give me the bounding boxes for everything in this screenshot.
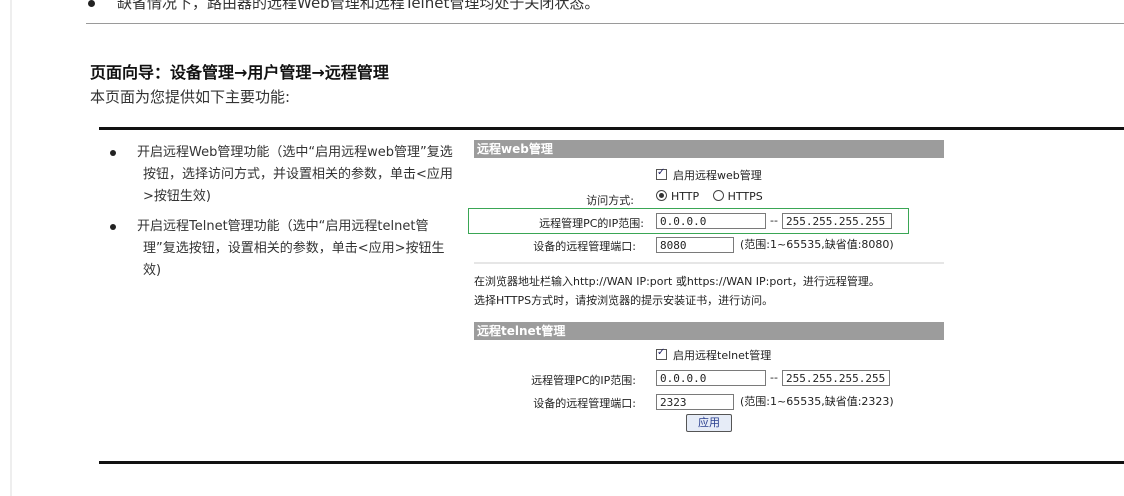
http-radio[interactable] [656,190,667,201]
feature-item-telnet: 开启远程Telnet管理功能（选中“启用远程telnet管理”复选按钮，设置相关… [110,216,455,282]
feature-text: 开启远程Web管理功能（选中“启用远程web管理”复选按钮，选择访问方式，并设置… [137,145,453,204]
telnet-ip-end-input[interactable]: 255.255.255.255 [781,370,890,386]
telnet-ip-range-label: 远程管理PC的IP范围: [531,374,636,387]
web-note-line-1: 在浏览器地址栏输入http://WAN IP:port 或https://WAN… [474,275,880,288]
table-bottom-rule [99,461,1124,464]
web-enable-row: 启用远程web管理 [474,164,944,187]
telnet-section-header: 远程telnet管理 [474,322,944,340]
intro-text: 本页面为您提供如下主要功能: [90,88,291,106]
web-port-row: 设备的远程管理端口: 8080 (范围:1~65535,缺省值:8080) [474,233,944,256]
feature-list: 开启远程Web管理功能（选中“启用远程web管理”复选按钮，选择访问方式，并设置… [110,142,455,290]
web-ip-range-row: 远程管理PC的IP范围: 0.0.0.0 -- 255.255.255.255 [474,210,944,233]
web-port-input[interactable]: 8080 [656,237,734,253]
left-margin-rule [10,0,12,496]
web-ip-range-label: 远程管理PC的IP范围: [539,217,644,230]
web-ip-start-input[interactable]: 0.0.0.0 [656,213,766,229]
telnet-port-row: 设备的远程管理端口: 2323 (范围:1~65535,缺省值:2323) [474,390,944,413]
web-access-row: 访问方式: HTTP HTTPS [474,187,944,210]
telnet-port-input[interactable]: 2323 [656,394,734,410]
table-top-rule [99,127,1124,130]
feature-text: 开启远程Telnet管理功能（选中“启用远程telnet管理”复选按钮，设置相关… [137,219,445,278]
remote-management-screenshot: 远程web管理 启用远程web管理 访问方式: HTTP HTTPS 远程管理P… [474,140,944,433]
panel-separator [474,262,944,264]
web-ip-end-input[interactable]: 255.255.255.255 [781,213,892,229]
access-method-label: 访问方式: [586,194,634,207]
telnet-port-label: 设备的远程管理端口: [533,397,636,410]
http-label: HTTP [671,190,700,203]
telnet-enable-checkbox[interactable] [656,347,667,360]
ip-range-separator: -- [770,214,778,227]
web-section-header: 远程web管理 [474,140,944,158]
web-port-label: 设备的远程管理端口: [533,240,636,253]
web-port-hint: (范围:1~65535,缺省值:8080) [740,238,894,251]
page-navigation-title: 页面向导：设备管理→用户管理→远程管理 [90,63,389,82]
top-bullet-item: 缺省情况下，路由器的远程Web管理和远程Telnet管理均处于关闭状态。 [88,0,599,13]
https-radio[interactable] [712,190,724,201]
bullet-dot-icon [110,224,116,230]
telnet-port-hint: (范围:1~65535,缺省值:2323) [740,395,894,408]
bullet-dot-icon [88,0,95,7]
bullet-dot-icon [110,150,116,156]
telnet-enable-row: 启用远程telnet管理 [474,344,944,367]
top-bullet-text: 缺省情况下，路由器的远程Web管理和远程Telnet管理均处于关闭状态。 [117,0,600,12]
https-label: HTTPS [727,190,763,203]
feature-item-web: 开启远程Web管理功能（选中“启用远程web管理”复选按钮，选择访问方式，并设置… [110,142,455,208]
web-enable-label: 启用远程web管理 [673,169,762,182]
apply-button[interactable]: 应用 [686,414,732,432]
telnet-ip-start-input[interactable]: 0.0.0.0 [656,370,766,386]
web-enable-checkbox[interactable] [656,167,667,180]
telnet-ip-range-row: 远程管理PC的IP范围: 0.0.0.0 -- 255.255.255.255 [474,367,944,390]
ip-range-separator: -- [770,371,778,384]
telnet-enable-label: 启用远程telnet管理 [673,349,772,362]
web-note-line-2: 选择HTTPS方式时，请按浏览器的提示安装证书，进行访问。 [474,294,774,307]
section-divider [86,23,1124,24]
